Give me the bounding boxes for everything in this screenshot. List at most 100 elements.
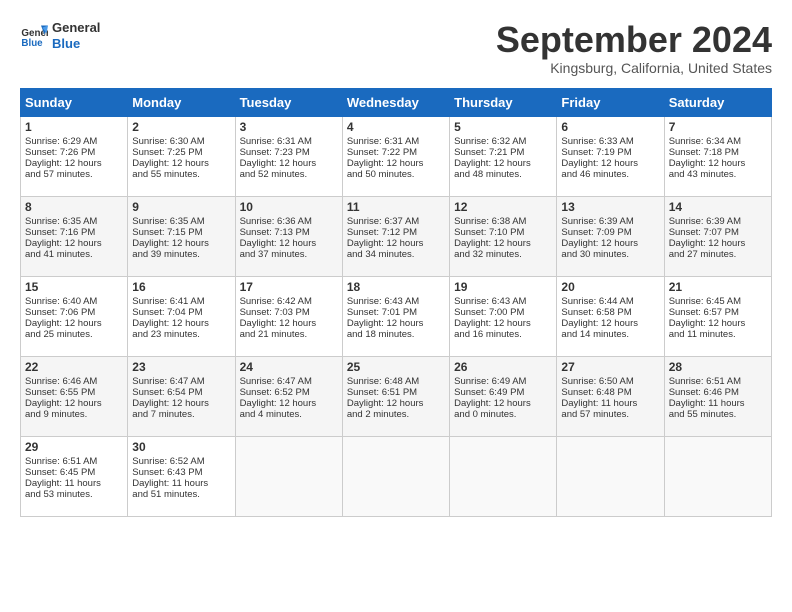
day-info: Daylight: 11 hours: [561, 398, 659, 409]
day-info: and 14 minutes.: [561, 329, 659, 340]
day-info: and 57 minutes.: [25, 169, 123, 180]
table-row: 7Sunrise: 6:34 AMSunset: 7:18 PMDaylight…: [664, 116, 771, 196]
header-monday: Monday: [128, 88, 235, 116]
day-info: Sunrise: 6:29 AM: [25, 136, 123, 147]
day-info: Daylight: 12 hours: [25, 398, 123, 409]
day-info: Daylight: 12 hours: [132, 398, 230, 409]
day-info: Sunset: 6:43 PM: [132, 467, 230, 478]
day-info: Sunrise: 6:49 AM: [454, 376, 552, 387]
table-row: 12Sunrise: 6:38 AMSunset: 7:10 PMDayligh…: [450, 196, 557, 276]
day-info: and 18 minutes.: [347, 329, 445, 340]
day-info: Sunrise: 6:39 AM: [669, 216, 767, 227]
day-info: Sunset: 7:13 PM: [240, 227, 338, 238]
table-row: 23Sunrise: 6:47 AMSunset: 6:54 PMDayligh…: [128, 356, 235, 436]
day-number: 15: [25, 280, 123, 294]
day-info: Daylight: 12 hours: [561, 158, 659, 169]
table-row: 15Sunrise: 6:40 AMSunset: 7:06 PMDayligh…: [21, 276, 128, 356]
header-wednesday: Wednesday: [342, 88, 449, 116]
day-info: Sunrise: 6:31 AM: [347, 136, 445, 147]
day-info: and 37 minutes.: [240, 249, 338, 260]
day-info: Daylight: 12 hours: [669, 158, 767, 169]
day-info: and 25 minutes.: [25, 329, 123, 340]
day-info: Daylight: 12 hours: [132, 158, 230, 169]
day-number: 13: [561, 200, 659, 214]
day-info: Daylight: 12 hours: [561, 238, 659, 249]
day-info: Sunrise: 6:32 AM: [454, 136, 552, 147]
day-info: Daylight: 12 hours: [25, 318, 123, 329]
day-number: 25: [347, 360, 445, 374]
day-info: Daylight: 12 hours: [347, 398, 445, 409]
day-number: 10: [240, 200, 338, 214]
table-row: 25Sunrise: 6:48 AMSunset: 6:51 PMDayligh…: [342, 356, 449, 436]
day-info: Daylight: 12 hours: [25, 158, 123, 169]
day-info: and 53 minutes.: [25, 489, 123, 500]
table-row: 22Sunrise: 6:46 AMSunset: 6:55 PMDayligh…: [21, 356, 128, 436]
table-row: 21Sunrise: 6:45 AMSunset: 6:57 PMDayligh…: [664, 276, 771, 356]
logo: General Blue General Blue: [20, 20, 100, 51]
day-info: Sunset: 7:25 PM: [132, 147, 230, 158]
day-info: Daylight: 12 hours: [454, 398, 552, 409]
header-friday: Friday: [557, 88, 664, 116]
day-info: Daylight: 12 hours: [347, 158, 445, 169]
header-saturday: Saturday: [664, 88, 771, 116]
day-number: 2: [132, 120, 230, 134]
day-info: Sunset: 7:00 PM: [454, 307, 552, 318]
table-row: 28Sunrise: 6:51 AMSunset: 6:46 PMDayligh…: [664, 356, 771, 436]
day-info: Sunrise: 6:38 AM: [454, 216, 552, 227]
day-info: and 41 minutes.: [25, 249, 123, 260]
day-info: Sunset: 7:09 PM: [561, 227, 659, 238]
day-info: and 50 minutes.: [347, 169, 445, 180]
calendar-week-row: 8Sunrise: 6:35 AMSunset: 7:16 PMDaylight…: [21, 196, 772, 276]
day-number: 5: [454, 120, 552, 134]
table-row: 24Sunrise: 6:47 AMSunset: 6:52 PMDayligh…: [235, 356, 342, 436]
day-info: Daylight: 12 hours: [347, 318, 445, 329]
day-number: 23: [132, 360, 230, 374]
day-info: Sunrise: 6:36 AM: [240, 216, 338, 227]
table-row: 8Sunrise: 6:35 AMSunset: 7:16 PMDaylight…: [21, 196, 128, 276]
day-info: Daylight: 12 hours: [561, 318, 659, 329]
day-info: Sunrise: 6:52 AM: [132, 456, 230, 467]
day-info: Sunset: 7:01 PM: [347, 307, 445, 318]
day-info: Sunset: 7:21 PM: [454, 147, 552, 158]
table-row: 6 Sunrise: 6:33 AMSunset: 7:19 PMDaylight…: [557, 116, 664, 196]
day-info: Daylight: 12 hours: [240, 318, 338, 329]
day-info: Sunset: 6:51 PM: [347, 387, 445, 398]
table-row: 11Sunrise: 6:37 AMSunset: 7:12 PMDayligh…: [342, 196, 449, 276]
logo-icon: General Blue: [20, 22, 48, 50]
day-info: and 27 minutes.: [669, 249, 767, 260]
header-thursday: Thursday: [450, 88, 557, 116]
table-row: 1Sunrise: 6:29 AMSunset: 7:26 PMDaylight…: [21, 116, 128, 196]
day-info: and 48 minutes.: [454, 169, 552, 180]
day-number: 27: [561, 360, 659, 374]
day-info: Daylight: 12 hours: [454, 158, 552, 169]
day-info: Sunset: 6:45 PM: [25, 467, 123, 478]
day-info: and 55 minutes.: [669, 409, 767, 420]
day-info: Sunrise: 6:35 AM: [25, 216, 123, 227]
table-row: 19Sunrise: 6:43 AMSunset: 7:00 PMDayligh…: [450, 276, 557, 356]
day-number: 6: [561, 120, 659, 134]
day-info: and 2 minutes.: [347, 409, 445, 420]
day-info: Sunset: 7:19 PM: [561, 147, 659, 158]
day-info: Sunrise: 6:33 AM: [561, 136, 659, 147]
table-row: 16Sunrise: 6:41 AMSunset: 7:04 PMDayligh…: [128, 276, 235, 356]
calendar-week-row: 15Sunrise: 6:40 AMSunset: 7:06 PMDayligh…: [21, 276, 772, 356]
calendar-week-row: 29Sunrise: 6:51 AMSunset: 6:45 PMDayligh…: [21, 436, 772, 516]
calendar-header-row: Sunday Monday Tuesday Wednesday Thursday…: [21, 88, 772, 116]
day-number: 9: [132, 200, 230, 214]
day-number: 19: [454, 280, 552, 294]
day-info: Sunset: 7:04 PM: [132, 307, 230, 318]
page-header: General Blue General Blue September 2024…: [20, 20, 772, 76]
day-info: Sunset: 6:57 PM: [669, 307, 767, 318]
table-row: 3Sunrise: 6:31 AMSunset: 7:23 PMDaylight…: [235, 116, 342, 196]
day-info: Sunrise: 6:47 AM: [132, 376, 230, 387]
day-info: Sunset: 7:22 PM: [347, 147, 445, 158]
day-info: and 0 minutes.: [454, 409, 552, 420]
day-info: and 21 minutes.: [240, 329, 338, 340]
day-info: and 39 minutes.: [132, 249, 230, 260]
table-row: 13Sunrise: 6:39 AMSunset: 7:09 PMDayligh…: [557, 196, 664, 276]
day-number: 11: [347, 200, 445, 214]
day-info: Daylight: 12 hours: [240, 158, 338, 169]
header-tuesday: Tuesday: [235, 88, 342, 116]
day-number: 20: [561, 280, 659, 294]
month-title: September 2024: [496, 20, 772, 60]
